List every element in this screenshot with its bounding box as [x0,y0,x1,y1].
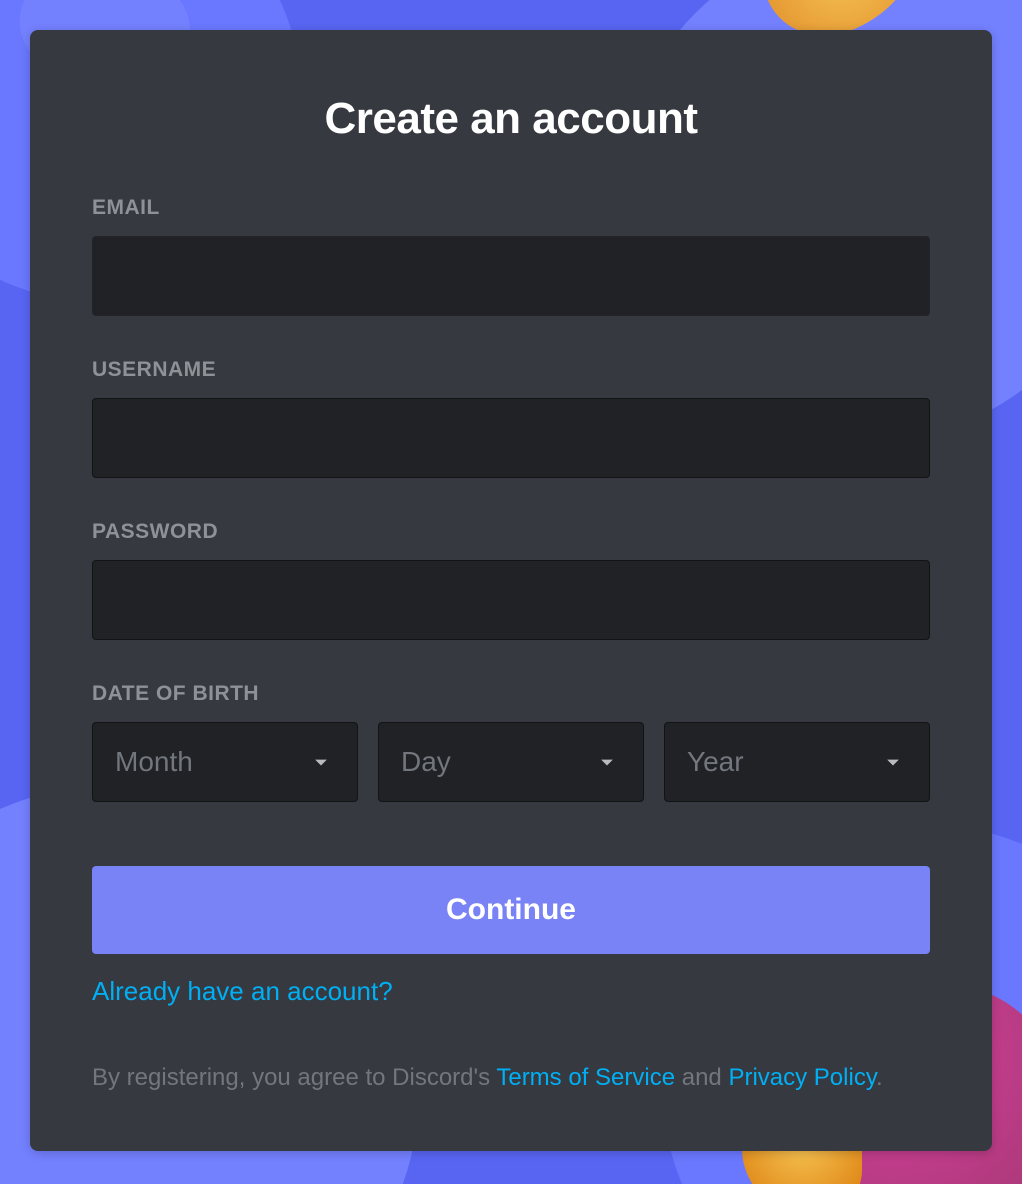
username-input[interactable] [92,398,930,478]
tos-link[interactable]: Terms of Service [496,1064,675,1091]
legal-prefix: By registering, you agree to Discord's [92,1064,496,1091]
dob-day-select[interactable]: Day [378,722,644,802]
legal-text: By registering, you agree to Discord's T… [92,1061,930,1095]
legal-and: and [675,1064,728,1091]
chevron-down-icon [307,748,335,776]
page-title: Create an account [92,94,930,144]
email-input[interactable] [92,236,930,316]
privacy-link[interactable]: Privacy Policy [728,1064,876,1091]
dob-year-select[interactable]: Year [664,722,930,802]
login-link[interactable]: Already have an account? [92,976,393,1007]
dob-month-placeholder: Month [115,746,193,778]
password-field-group: PASSWORD [92,520,930,640]
dob-day-placeholder: Day [401,746,451,778]
email-field-group: EMAIL [92,196,930,316]
chevron-down-icon [879,748,907,776]
chevron-down-icon [593,748,621,776]
dob-label: DATE OF BIRTH [92,682,930,706]
legal-suffix: . [876,1064,883,1091]
dob-field-group: DATE OF BIRTH Month Day Year [92,682,930,802]
username-field-group: USERNAME [92,358,930,478]
signup-card: Create an account EMAIL USERNAME PASSWOR… [30,30,992,1151]
continue-button[interactable]: Continue [92,866,930,954]
password-label: PASSWORD [92,520,930,544]
username-label: USERNAME [92,358,930,382]
email-label: EMAIL [92,196,930,220]
password-input[interactable] [92,560,930,640]
dob-year-placeholder: Year [687,746,744,778]
dob-month-select[interactable]: Month [92,722,358,802]
